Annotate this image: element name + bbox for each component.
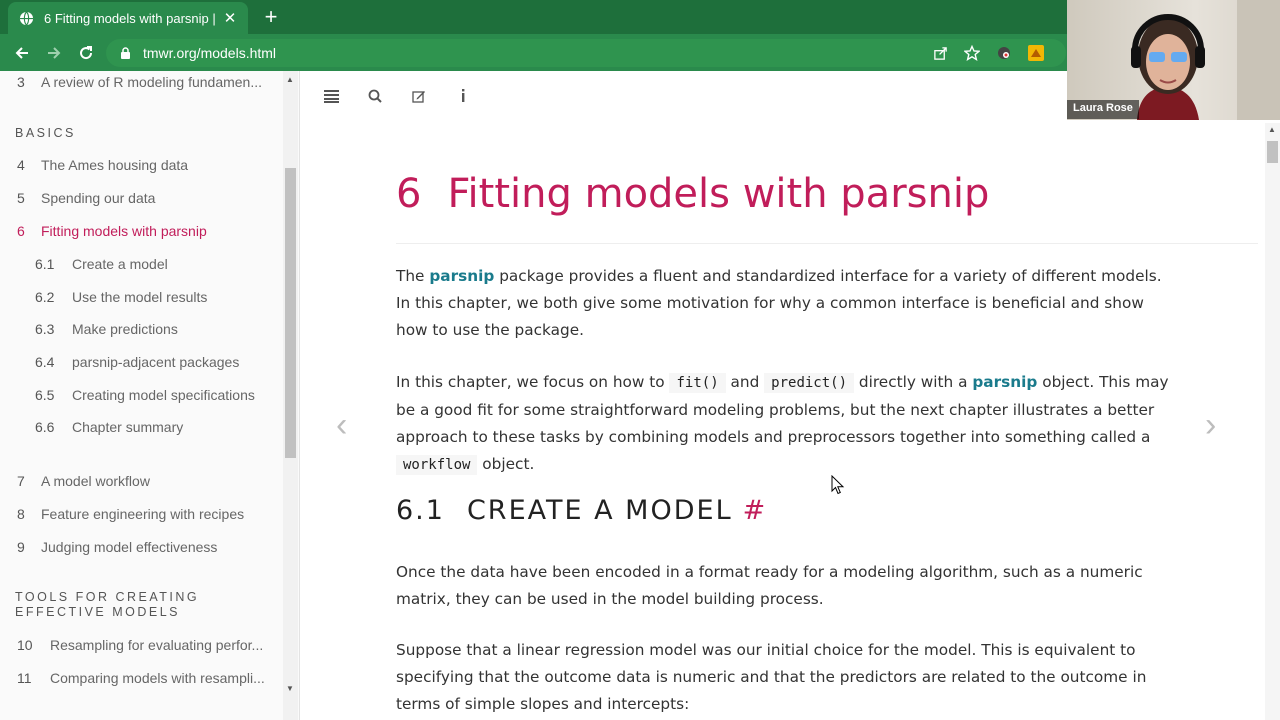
- toc-item[interactable]: 7A model workflow: [17, 473, 150, 489]
- toc-subitem[interactable]: 6.1 Create a model: [35, 256, 168, 272]
- paragraph: Suppose that a linear regression model w…: [396, 641, 1147, 713]
- toc-subitem[interactable]: 6.2 Use the model results: [35, 289, 207, 305]
- package-link[interactable]: parsnip: [972, 373, 1037, 391]
- info-icon[interactable]: [452, 87, 474, 105]
- toc-item[interactable]: 10 Resampling for evaluating perfor...: [17, 637, 263, 653]
- toc-item[interactable]: 3A review of R modeling fundamen...: [17, 74, 262, 90]
- toc-sidebar: 3A review of R modeling fundamen... BASI…: [0, 71, 300, 720]
- back-arrow-icon: [15, 47, 28, 59]
- scroll-down-arrow-icon[interactable]: ▼: [286, 684, 294, 693]
- toc-section-heading: TOOLS FOR CREATING: [15, 590, 200, 604]
- lock-icon: [120, 46, 131, 60]
- toc-subitem[interactable]: 6.6 Chapter summary: [35, 419, 183, 435]
- toc-item[interactable]: 9 Judging model effectiveness: [17, 539, 217, 555]
- extension-icon[interactable]: [994, 43, 1014, 63]
- toc-subitem[interactable]: 6.3 Make predictions: [35, 321, 178, 337]
- webcam-overlay: Laura Rose: [1067, 0, 1280, 120]
- globe-icon: [18, 10, 34, 26]
- toc-section-heading: BASICS: [15, 126, 76, 140]
- book-content: ‹ › 6 Fitting models with parsnip The par…: [300, 71, 1280, 720]
- sidebar-scrollbar-thumb[interactable]: [285, 168, 296, 458]
- participant-name-label: Laura Rose: [1067, 100, 1139, 119]
- toggle-sidebar-icon[interactable]: [320, 87, 342, 105]
- chapter-title: 6 Fitting models with parsnip: [396, 171, 990, 217]
- content-scrollbar[interactable]: ▲: [1265, 123, 1280, 720]
- toc-subitem[interactable]: 6.4 parsnip-adjacent packages: [35, 354, 239, 370]
- scroll-up-arrow-icon[interactable]: ▲: [286, 75, 294, 84]
- inline-code: predict(): [764, 373, 855, 393]
- bookmark-star-icon[interactable]: [962, 43, 982, 63]
- inline-code: fit(): [669, 373, 726, 393]
- content-scrollbar-thumb[interactable]: [1267, 141, 1278, 163]
- paragraph: In this chapter, we focus on how to fit(…: [396, 373, 1169, 475]
- toc-item-active[interactable]: 6 Fitting models with parsnip: [17, 223, 207, 239]
- forward-arrow-icon: [48, 47, 61, 59]
- profile-extension-icon[interactable]: [1026, 43, 1046, 63]
- tab-title: 6 Fitting models with parsnip | Ti: [44, 10, 216, 26]
- toc-section-heading: EFFECTIVE MODELS: [15, 605, 181, 619]
- inline-code: workflow: [396, 455, 478, 475]
- reload-icon: [80, 46, 93, 60]
- share-icon[interactable]: [930, 43, 950, 63]
- previous-page-button[interactable]: ‹: [336, 406, 347, 445]
- toc-item[interactable]: 11 Comparing models with resampli...: [17, 670, 265, 686]
- paragraph: The parsnip package provides a fluent an…: [396, 267, 1162, 339]
- title-divider: [396, 243, 1258, 244]
- mouse-cursor-icon: [831, 474, 845, 500]
- toc-item[interactable]: 4 The Ames housing data: [17, 157, 188, 173]
- edit-icon[interactable]: [408, 87, 430, 105]
- scroll-up-arrow-icon[interactable]: ▲: [1268, 125, 1276, 134]
- toc-item[interactable]: 5 Spending our data: [17, 190, 155, 206]
- toc-subitem[interactable]: 6.5 Creating model specifications: [35, 387, 255, 403]
- back-button[interactable]: [10, 41, 34, 65]
- browser-tab[interactable]: 6 Fitting models with parsnip | Ti ✕: [8, 2, 248, 34]
- new-tab-button[interactable]: +: [258, 4, 284, 30]
- forward-button[interactable]: [42, 41, 66, 65]
- book-toolbar: [320, 87, 496, 105]
- next-page-button[interactable]: ›: [1205, 406, 1216, 445]
- reload-button[interactable]: [74, 41, 98, 65]
- package-link[interactable]: parsnip: [429, 267, 494, 285]
- toc-item[interactable]: 8 Feature engineering with recipes: [17, 506, 244, 522]
- search-icon[interactable]: [364, 87, 386, 105]
- tab-close-icon[interactable]: ✕: [222, 9, 238, 27]
- url-text: tmwr.org/models.html: [143, 45, 277, 61]
- paragraph: Once the data have been encoded in a for…: [396, 563, 1143, 608]
- sidebar-scrollbar[interactable]: ▲ ▼: [283, 71, 298, 720]
- section-anchor-link[interactable]: #: [743, 495, 768, 526]
- section-heading: 6.1 CREATE A MODEL #: [396, 495, 768, 526]
